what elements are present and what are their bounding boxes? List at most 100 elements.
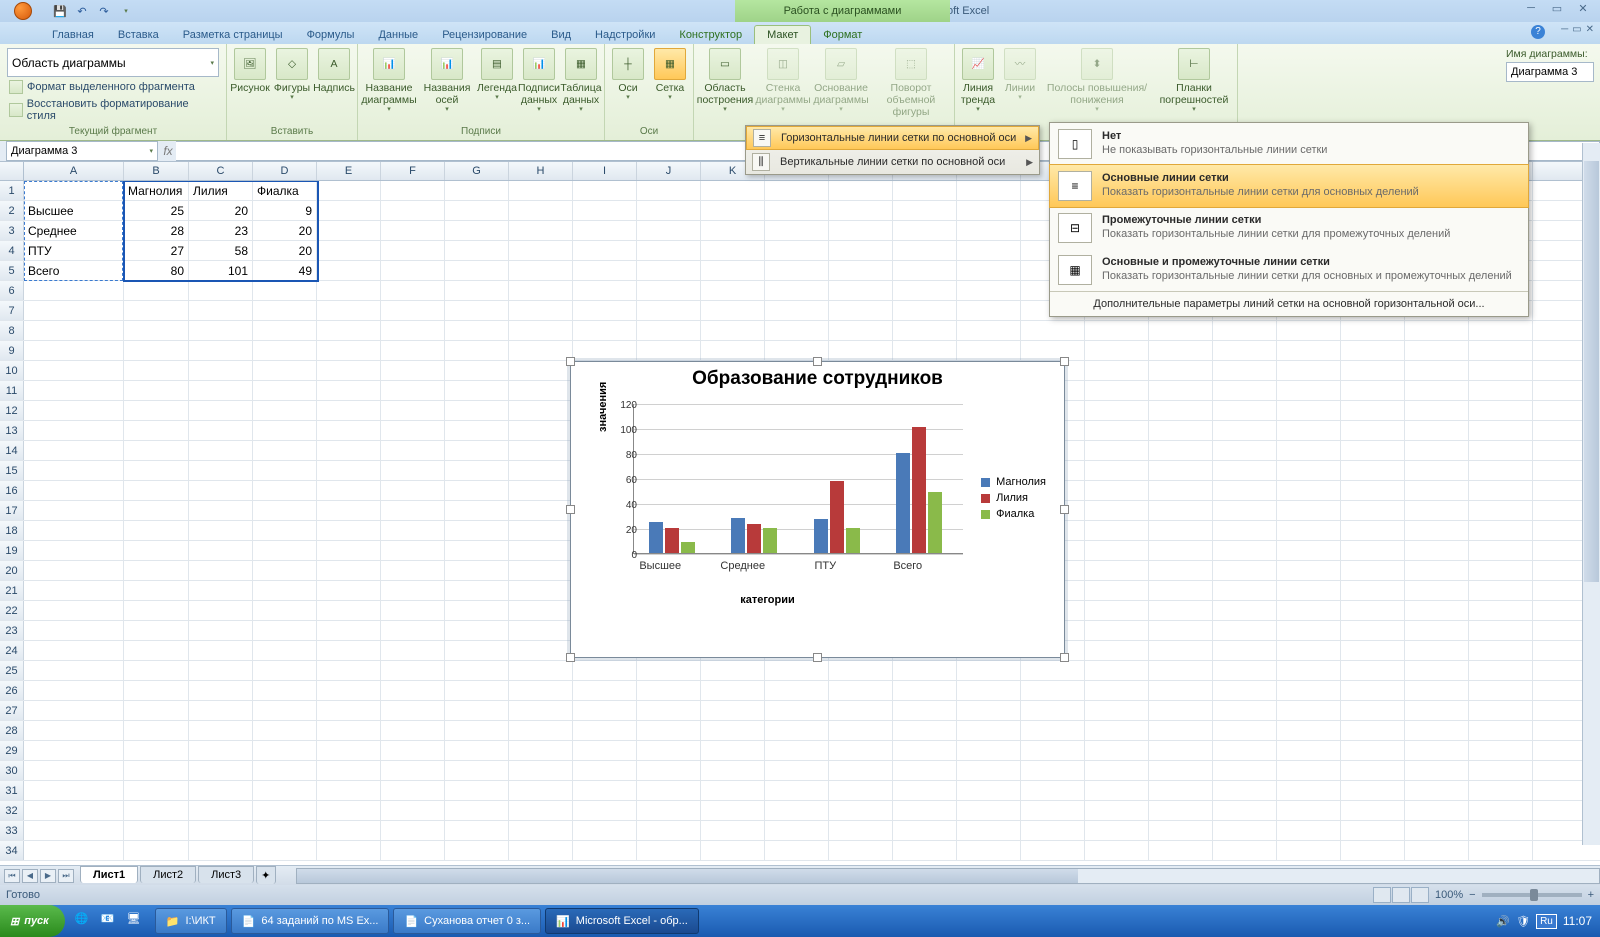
cell-H25[interactable]: [509, 661, 573, 680]
cell-E25[interactable]: [317, 661, 381, 680]
cell-V33[interactable]: [1405, 821, 1469, 840]
cell-W11[interactable]: [1469, 381, 1533, 400]
cell-M28[interactable]: [829, 721, 893, 740]
cell-E14[interactable]: [317, 441, 381, 460]
qat-menu-icon[interactable]: ▾: [118, 3, 134, 19]
cell-S13[interactable]: [1213, 421, 1277, 440]
cell-C25[interactable]: [189, 661, 253, 680]
cell-I27[interactable]: [573, 701, 637, 720]
cell-O31[interactable]: [957, 781, 1021, 800]
row-header-34[interactable]: 34: [0, 841, 24, 860]
cell-F21[interactable]: [381, 581, 445, 600]
tab-view[interactable]: Вид: [539, 26, 583, 44]
cell-M9[interactable]: [829, 341, 893, 360]
cell-W24[interactable]: [1469, 641, 1533, 660]
cell-L27[interactable]: [765, 701, 829, 720]
cell-Q32[interactable]: [1085, 801, 1149, 820]
cell-O7[interactable]: [957, 301, 1021, 320]
cell-K4[interactable]: [701, 241, 765, 260]
cell-D20[interactable]: [253, 561, 317, 580]
cell-U16[interactable]: [1341, 481, 1405, 500]
vertical-gridlines-item[interactable]: ⫼ Вертикальные линии сетки по основной о…: [746, 150, 1039, 174]
cell-G7[interactable]: [445, 301, 509, 320]
cell-O26[interactable]: [957, 681, 1021, 700]
zoom-value[interactable]: 100%: [1435, 889, 1463, 901]
cell-G6[interactable]: [445, 281, 509, 300]
cell-E32[interactable]: [317, 801, 381, 820]
cell-V24[interactable]: [1405, 641, 1469, 660]
format-selection-button[interactable]: Формат выделенного фрагмента: [7, 79, 219, 95]
cell-L34[interactable]: [765, 841, 829, 860]
cell-K5[interactable]: [701, 261, 765, 280]
cell-C24[interactable]: [189, 641, 253, 660]
cell-Q8[interactable]: [1085, 321, 1149, 340]
cell-M8[interactable]: [829, 321, 893, 340]
cell-E2[interactable]: [317, 201, 381, 220]
cell-R31[interactable]: [1149, 781, 1213, 800]
cell-S12[interactable]: [1213, 401, 1277, 420]
legend-button[interactable]: ▤Легенда▾: [477, 46, 517, 104]
cell-E8[interactable]: [317, 321, 381, 340]
cell-E18[interactable]: [317, 521, 381, 540]
cell-D2[interactable]: 9: [253, 201, 317, 220]
cell-N25[interactable]: [893, 661, 957, 680]
y-axis-title[interactable]: значения: [597, 382, 609, 432]
cell-E15[interactable]: [317, 461, 381, 480]
cell-P28[interactable]: [1021, 721, 1085, 740]
cell-S32[interactable]: [1213, 801, 1277, 820]
cell-C9[interactable]: [189, 341, 253, 360]
cell-U12[interactable]: [1341, 401, 1405, 420]
cell-F3[interactable]: [381, 221, 445, 240]
cell-V21[interactable]: [1405, 581, 1469, 600]
cell-P26[interactable]: [1021, 681, 1085, 700]
chart-title-button[interactable]: 📊Название диаграммы▾: [361, 46, 417, 116]
cell-Q14[interactable]: [1085, 441, 1149, 460]
error-bars-button[interactable]: ⊢Планки погрешностей▾: [1154, 46, 1234, 116]
cell-U18[interactable]: [1341, 521, 1405, 540]
bar[interactable]: [896, 453, 910, 553]
gridlines-button[interactable]: ▦Сетка▾: [650, 46, 690, 104]
cell-G22[interactable]: [445, 601, 509, 620]
cell-E7[interactable]: [317, 301, 381, 320]
cell-D29[interactable]: [253, 741, 317, 760]
cell-V31[interactable]: [1405, 781, 1469, 800]
cell-W23[interactable]: [1469, 621, 1533, 640]
cell-J4[interactable]: [637, 241, 701, 260]
bar[interactable]: [665, 528, 679, 553]
cell-R27[interactable]: [1149, 701, 1213, 720]
cell-R16[interactable]: [1149, 481, 1213, 500]
cell-G14[interactable]: [445, 441, 509, 460]
cell-V22[interactable]: [1405, 601, 1469, 620]
cell-F34[interactable]: [381, 841, 445, 860]
cell-I29[interactable]: [573, 741, 637, 760]
cell-P30[interactable]: [1021, 761, 1085, 780]
normal-view-button[interactable]: [1373, 887, 1391, 903]
cell-T18[interactable]: [1277, 521, 1341, 540]
cell-F33[interactable]: [381, 821, 445, 840]
cell-W12[interactable]: [1469, 401, 1533, 420]
cell-D15[interactable]: [253, 461, 317, 480]
cell-B26[interactable]: [124, 681, 189, 700]
cell-V8[interactable]: [1405, 321, 1469, 340]
new-sheet-button[interactable]: ✦: [256, 866, 276, 884]
cell-V25[interactable]: [1405, 661, 1469, 680]
cell-E13[interactable]: [317, 421, 381, 440]
cell-V19[interactable]: [1405, 541, 1469, 560]
cell-I6[interactable]: [573, 281, 637, 300]
cell-N29[interactable]: [893, 741, 957, 760]
cell-U23[interactable]: [1341, 621, 1405, 640]
row-header-23[interactable]: 23: [0, 621, 24, 640]
cell-D24[interactable]: [253, 641, 317, 660]
cell-A6[interactable]: [24, 281, 124, 300]
cell-E21[interactable]: [317, 581, 381, 600]
cell-T10[interactable]: [1277, 361, 1341, 380]
cell-C5[interactable]: 101: [189, 261, 253, 280]
cell-F27[interactable]: [381, 701, 445, 720]
cell-W26[interactable]: [1469, 681, 1533, 700]
cell-Q18[interactable]: [1085, 521, 1149, 540]
cell-B7[interactable]: [124, 301, 189, 320]
tab-home[interactable]: Главная: [40, 26, 106, 44]
page-break-view-button[interactable]: [1411, 887, 1429, 903]
cell-U34[interactable]: [1341, 841, 1405, 860]
cell-G11[interactable]: [445, 381, 509, 400]
